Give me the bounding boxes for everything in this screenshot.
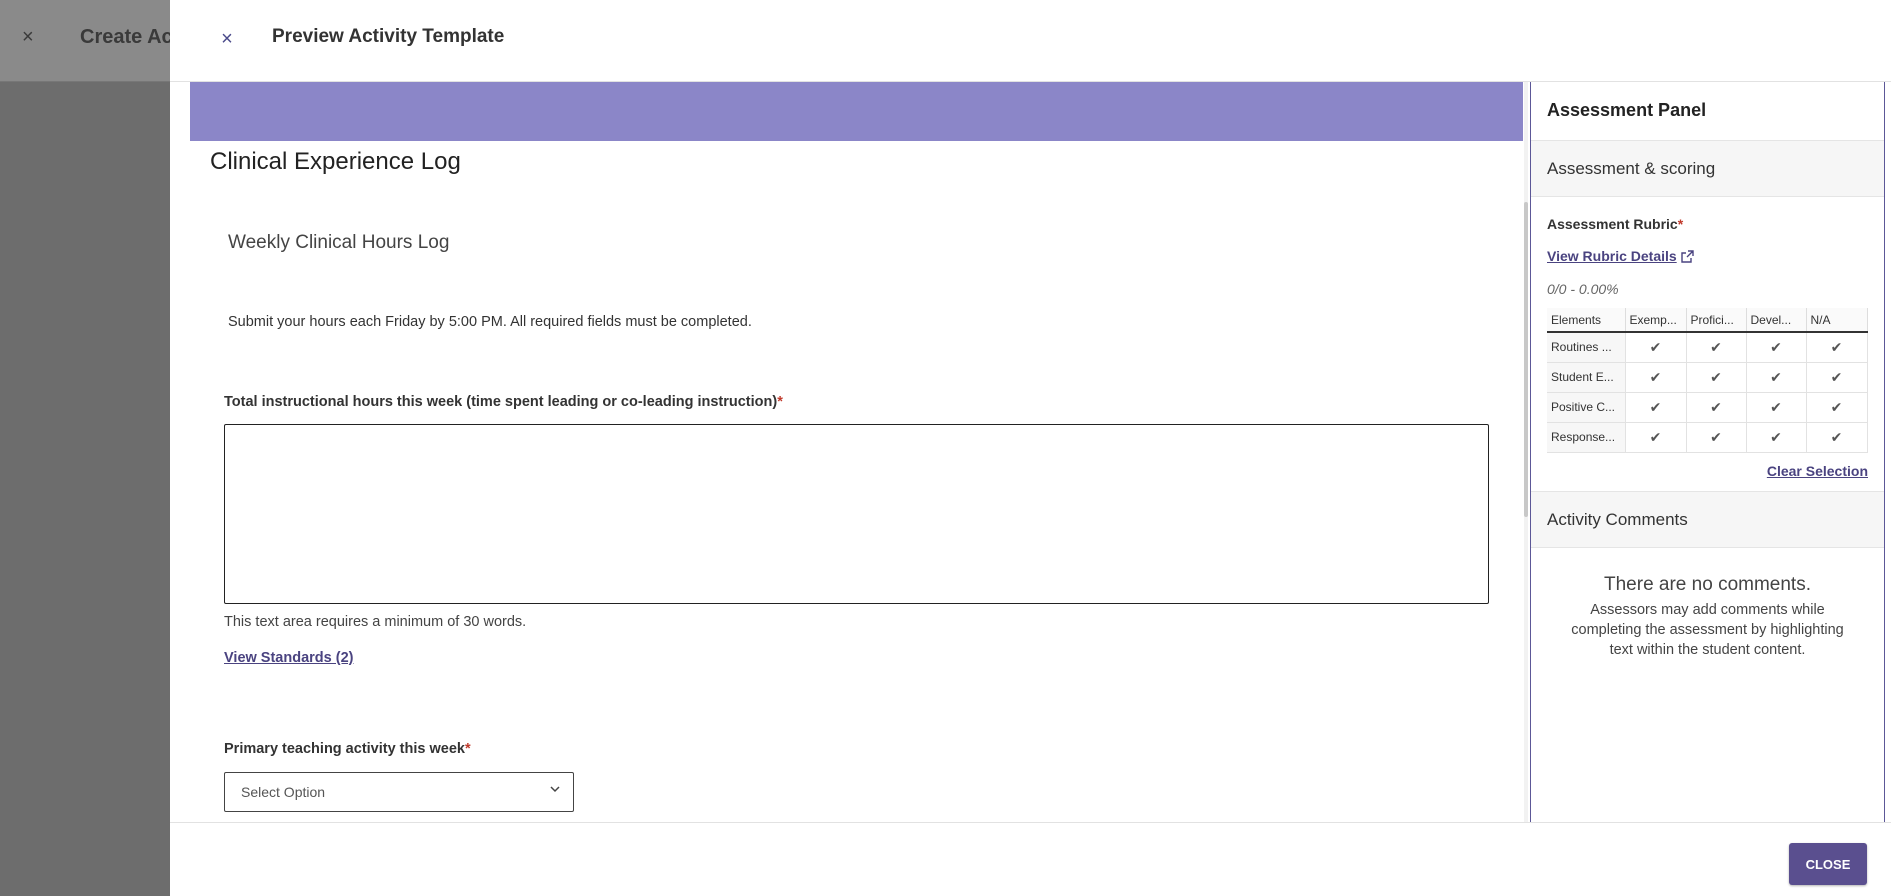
comments-section-header: Activity Comments bbox=[1531, 491, 1884, 548]
rubric-table: Elements Exemp... Profici... Devel... N/… bbox=[1547, 308, 1868, 453]
rubric-col-exemplary: Exemp... bbox=[1625, 308, 1687, 333]
check-icon[interactable]: ✔ bbox=[1686, 422, 1747, 453]
content-pane: Clinical Experience Log Weekly Clinical … bbox=[170, 82, 1528, 822]
modal-close-icon[interactable]: × bbox=[212, 24, 242, 54]
required-marker: * bbox=[464, 741, 471, 757]
modal-footer: CLOSE bbox=[170, 822, 1891, 896]
clear-selection-link[interactable]: Clear Selection bbox=[1767, 463, 1868, 479]
rubric-element: Response... bbox=[1547, 422, 1626, 453]
activity-select[interactable]: Select Option bbox=[224, 772, 574, 812]
preview-modal: × Preview Activity Template Clinical Exp… bbox=[170, 0, 1891, 896]
rubric-header-row: Elements Exemp... Profici... Devel... N/… bbox=[1547, 308, 1868, 333]
rubric-col-na: N/A bbox=[1806, 308, 1868, 333]
scoring-section-title: Assessment & scoring bbox=[1547, 159, 1716, 178]
check-icon[interactable]: ✔ bbox=[1806, 332, 1868, 363]
panel-title: Assessment Panel bbox=[1547, 100, 1707, 120]
scroll-thumb[interactable] bbox=[1524, 202, 1528, 517]
comments-section-title: Activity Comments bbox=[1547, 510, 1688, 529]
table-row: Student E... ✔ ✔ ✔ ✔ bbox=[1547, 362, 1868, 393]
rubric-col-developing: Devel... bbox=[1746, 308, 1807, 333]
required-marker: * bbox=[777, 394, 783, 410]
section-title: Weekly Clinical Hours Log bbox=[228, 232, 450, 253]
check-icon[interactable]: ✔ bbox=[1746, 392, 1807, 423]
table-row: Response... ✔ ✔ ✔ ✔ bbox=[1547, 422, 1868, 453]
required-marker: * bbox=[1677, 216, 1684, 232]
word-count-helper: This text area requires a minimum of 30 … bbox=[224, 614, 527, 630]
no-comments-body: Assessors may add comments while complet… bbox=[1571, 602, 1844, 658]
check-icon[interactable]: ✔ bbox=[1806, 362, 1868, 393]
background-title: Create Act bbox=[80, 26, 180, 48]
check-icon[interactable]: ✔ bbox=[1746, 362, 1807, 393]
content-scrollbar[interactable] bbox=[1524, 82, 1528, 822]
external-link-icon bbox=[1680, 250, 1694, 263]
header-banner bbox=[190, 82, 1523, 141]
check-icon[interactable]: ✔ bbox=[1686, 362, 1747, 393]
check-icon[interactable]: ✔ bbox=[1625, 332, 1687, 363]
activity-field-label: Primary teaching activity this week* bbox=[224, 741, 471, 757]
document-title: Clinical Experience Log bbox=[210, 148, 461, 175]
rubric-element: Positive C... bbox=[1547, 392, 1626, 423]
activity-field-label-text: Primary teaching activity this week bbox=[224, 741, 465, 757]
rubric-element: Routines ... bbox=[1547, 332, 1626, 363]
modal-title: Preview Activity Template bbox=[272, 26, 505, 47]
check-icon[interactable]: ✔ bbox=[1686, 392, 1747, 423]
chevron-down-icon bbox=[550, 786, 560, 793]
table-row: Positive C... ✔ ✔ ✔ ✔ bbox=[1547, 392, 1868, 423]
no-comments-title: There are no comments. bbox=[1604, 574, 1811, 595]
rubric-col-elements: Elements bbox=[1547, 308, 1626, 333]
check-icon[interactable]: ✔ bbox=[1746, 422, 1807, 453]
check-icon[interactable]: ✔ bbox=[1625, 392, 1687, 423]
check-icon[interactable]: ✔ bbox=[1806, 392, 1868, 423]
rubric-score: 0/0 - 0.00% bbox=[1547, 281, 1619, 297]
scoring-section-header: Assessment & scoring bbox=[1531, 140, 1884, 197]
rubric-label: Assessment Rubric* bbox=[1547, 216, 1683, 232]
select-placeholder: Select Option bbox=[241, 784, 326, 800]
rubric-element: Student E... bbox=[1547, 362, 1626, 393]
assessment-panel: Assessment Panel Assessment & scoring As… bbox=[1530, 82, 1885, 822]
check-icon[interactable]: ✔ bbox=[1686, 332, 1747, 363]
hours-textarea[interactable] bbox=[224, 424, 1489, 604]
check-icon[interactable]: ✔ bbox=[1625, 422, 1687, 453]
close-button[interactable]: CLOSE bbox=[1789, 843, 1867, 885]
rubric-col-proficient: Profici... bbox=[1686, 308, 1747, 333]
check-icon[interactable]: ✔ bbox=[1806, 422, 1868, 453]
view-standards-link[interactable]: View Standards (2) bbox=[224, 650, 353, 666]
table-row: Routines ... ✔ ✔ ✔ ✔ bbox=[1547, 332, 1868, 363]
hours-field-label-text: Total instructional hours this week (tim… bbox=[224, 394, 778, 410]
modal-header: × Preview Activity Template bbox=[170, 0, 1891, 82]
check-icon[interactable]: ✔ bbox=[1625, 362, 1687, 393]
hours-field-label: Total instructional hours this week (tim… bbox=[224, 394, 783, 410]
view-rubric-details-link[interactable]: View Rubric Details bbox=[1547, 248, 1694, 264]
background-close-icon: × bbox=[22, 26, 34, 48]
rubric-label-text: Assessment Rubric bbox=[1547, 216, 1678, 232]
rubric-link-text: View Rubric Details bbox=[1547, 248, 1677, 264]
check-icon[interactable]: ✔ bbox=[1746, 332, 1807, 363]
instructions-text: Submit your hours each Friday by 5:00 PM… bbox=[228, 314, 752, 330]
